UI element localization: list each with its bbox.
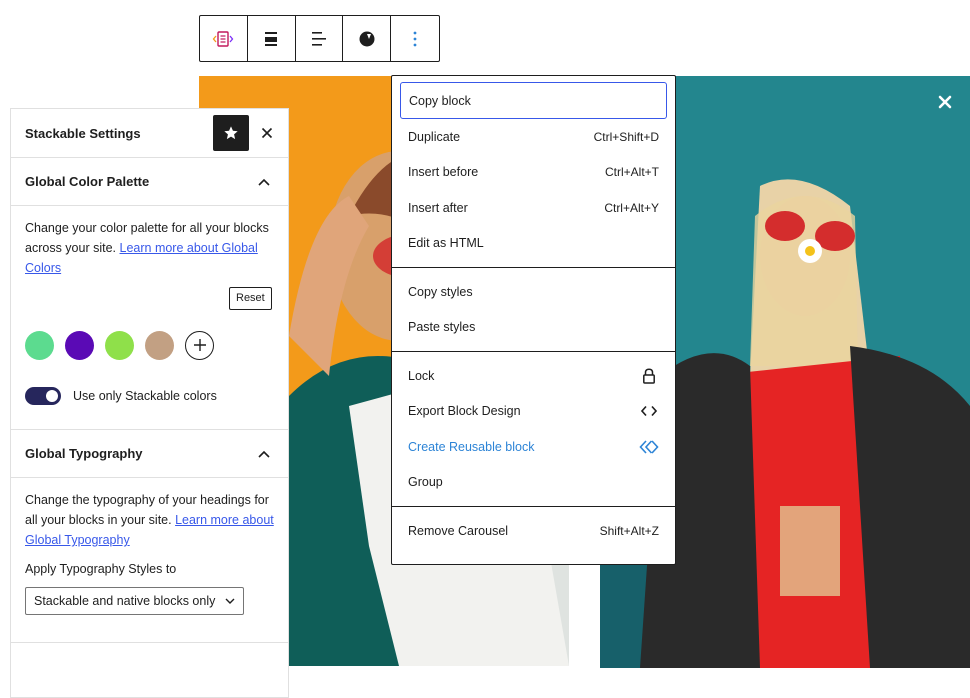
panel-title: Stackable Settings — [25, 125, 141, 141]
toggle-label: Use only Stackable colors — [73, 389, 217, 403]
pin-settings-button[interactable] — [213, 115, 249, 151]
more-options-button[interactable] — [391, 16, 439, 61]
global-typography-body: Change the typography of your headings f… — [11, 478, 288, 643]
menu-group-edit: Copy block Duplicate Ctrl+Shift+D Insert… — [392, 76, 675, 268]
chevron-down-icon — [225, 598, 235, 604]
stackable-colors-toggle[interactable] — [25, 387, 61, 405]
color-swatch-lime[interactable] — [105, 330, 134, 360]
global-color-palette-body: Change your color palette for all your b… — [11, 206, 288, 430]
carousel-block-button[interactable] — [200, 16, 248, 61]
color-swatch-purple[interactable] — [65, 330, 94, 360]
more-options-icon — [413, 31, 417, 46]
section-title: Global Typography — [25, 446, 143, 461]
section-title: Global Color Palette — [25, 174, 150, 189]
close-panel-button[interactable] — [257, 123, 277, 143]
carousel-block-icon — [213, 30, 234, 47]
menu-group-styles: Copy styles Paste styles — [392, 268, 675, 352]
shortcut-hint: Shift+Alt+Z — [599, 523, 659, 538]
stackable-button[interactable] — [343, 16, 392, 61]
color-swatch-green[interactable] — [25, 330, 54, 360]
panel-header: Stackable Settings — [11, 109, 288, 158]
align-center-button[interactable] — [248, 16, 296, 61]
menu-item-create-reusable-block[interactable]: Create Reusable block — [400, 429, 667, 465]
shortcut-hint: Ctrl+Shift+D — [593, 129, 659, 144]
lock-icon — [643, 368, 655, 384]
chevron-up-icon — [258, 178, 270, 186]
menu-item-insert-after[interactable]: Insert after Ctrl+Alt+Y — [400, 190, 667, 226]
menu-item-export-block-design[interactable]: Export Block Design — [400, 394, 667, 430]
menu-item-remove-carousel[interactable]: Remove Carousel Shift+Alt+Z — [400, 513, 667, 549]
select-value: Stackable and native blocks only — [34, 594, 216, 608]
block-toolbar — [199, 15, 440, 62]
menu-item-edit-as-html[interactable]: Edit as HTML — [400, 226, 667, 262]
apply-typography-label: Apply Typography Styles to — [25, 562, 177, 576]
color-palette-description: Change your color palette for all your b… — [25, 221, 269, 275]
global-color-palette-toggle[interactable]: Global Color Palette — [11, 158, 288, 206]
align-center-icon — [265, 31, 278, 46]
menu-item-group[interactable]: Group — [400, 465, 667, 501]
stackable-colors-toggle-row: Use only Stackable colors — [25, 386, 274, 406]
star-icon — [224, 126, 238, 140]
typography-description: Change the typography of your headings f… — [25, 493, 274, 547]
block-options-menu: Copy block Duplicate Ctrl+Shift+D Insert… — [391, 75, 676, 565]
align-left-button[interactable] — [296, 16, 344, 61]
stackable-settings-panel: Stackable Settings Global Color Palette … — [10, 108, 289, 698]
shortcut-hint: Ctrl+Alt+Y — [604, 200, 659, 215]
close-icon — [261, 127, 273, 139]
stackable-icon — [359, 31, 375, 46]
reusable-block-icon — [639, 440, 659, 454]
global-typography-toggle[interactable]: Global Typography — [11, 430, 288, 478]
menu-item-duplicate[interactable]: Duplicate Ctrl+Shift+D — [400, 119, 667, 155]
menu-item-paste-styles[interactable]: Paste styles — [400, 310, 667, 346]
chevron-up-icon — [258, 450, 270, 458]
menu-item-insert-before[interactable]: Insert before Ctrl+Alt+T — [400, 155, 667, 191]
menu-item-copy-block[interactable]: Copy block — [400, 82, 667, 119]
reset-colors-button[interactable]: Reset — [229, 287, 272, 310]
plus-icon — [193, 339, 206, 351]
add-color-button[interactable] — [185, 330, 214, 360]
typography-scope-select[interactable]: Stackable and native blocks only — [25, 587, 244, 615]
menu-group-remove: Remove Carousel Shift+Alt+Z — [392, 507, 675, 555]
menu-item-copy-styles[interactable]: Copy styles — [400, 274, 667, 310]
shortcut-hint: Ctrl+Alt+T — [604, 165, 659, 180]
menu-group-block: Lock Export Block Design Create Reusable… — [392, 352, 675, 507]
close-icon — [938, 95, 952, 109]
code-icon — [641, 406, 657, 417]
menu-item-lock[interactable]: Lock — [400, 358, 667, 394]
align-left-icon — [311, 31, 326, 46]
color-swatch-tan[interactable] — [145, 330, 174, 360]
carousel-close-button[interactable] — [936, 93, 954, 111]
color-swatches — [25, 330, 274, 360]
